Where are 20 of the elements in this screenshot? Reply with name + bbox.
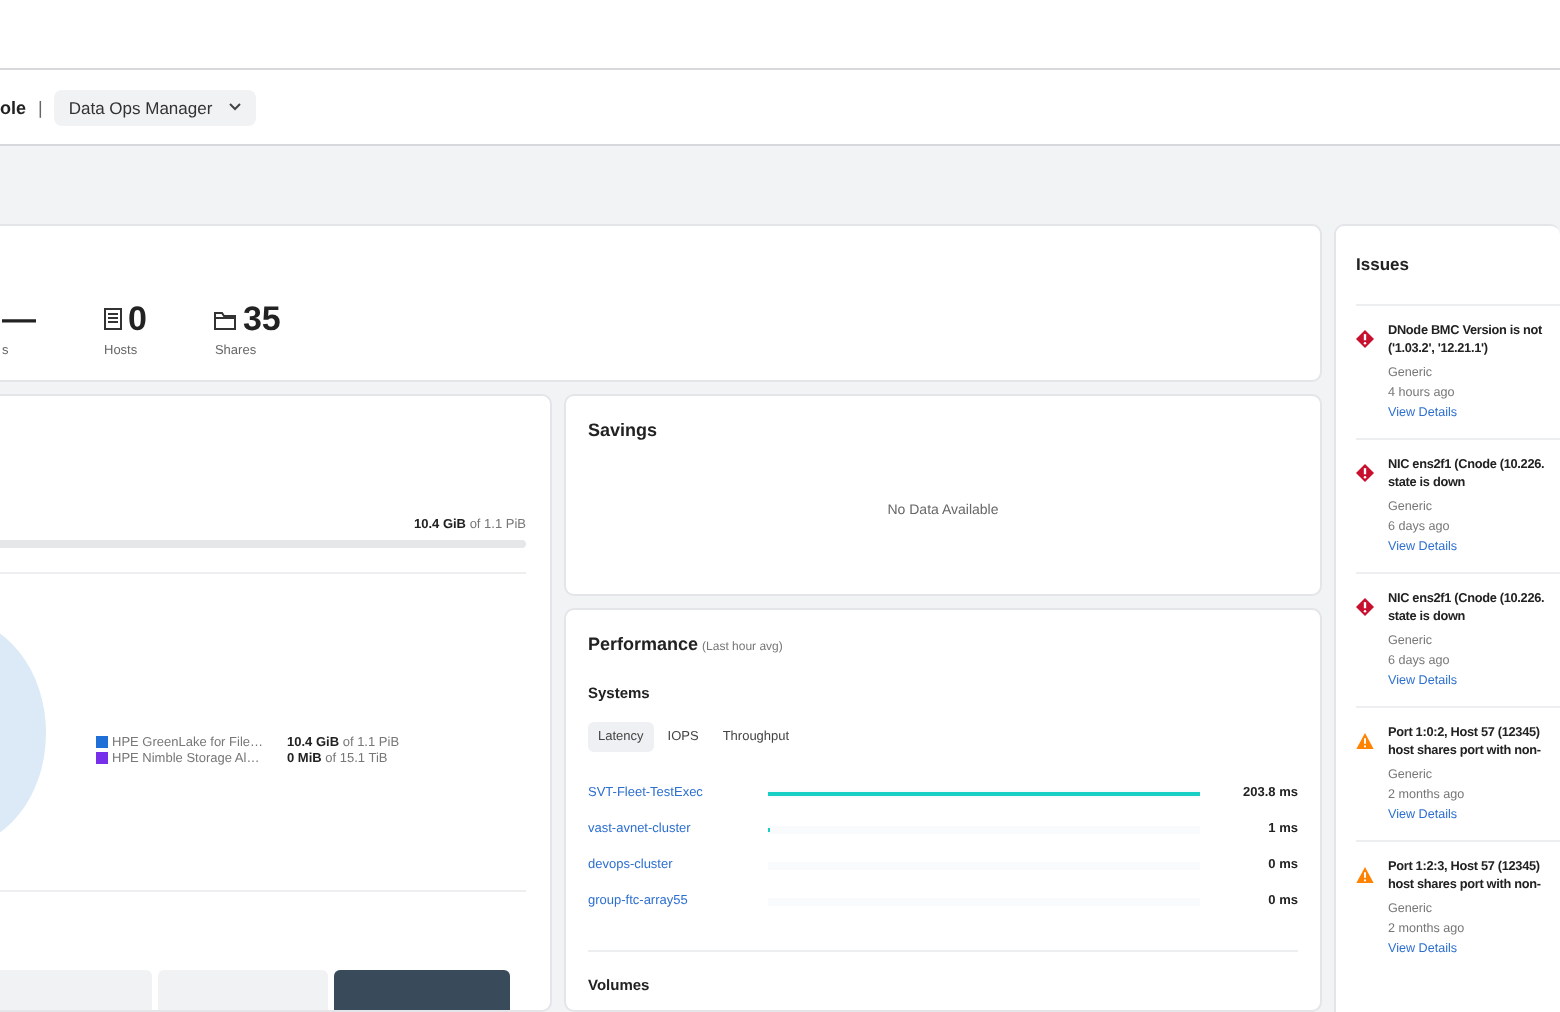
critical-icon — [1356, 598, 1374, 616]
server-icon — [104, 308, 122, 330]
app-switcher-dropdown[interactable]: Data Ops Manager — [54, 89, 257, 125]
card-title: Savings — [588, 420, 660, 440]
summary-tile[interactable] — [158, 970, 328, 1010]
card-title: Issues — [1356, 252, 1411, 278]
critical-icon — [1356, 330, 1374, 348]
critical-icon — [1356, 464, 1374, 482]
warning-icon — [1356, 732, 1374, 750]
stat-value: — — [2, 302, 36, 336]
summary-tile[interactable] — [334, 970, 510, 1010]
card-title: Performance — [588, 634, 699, 654]
warning-icon — [1356, 866, 1374, 884]
breadcrumb-separator: | — [38, 97, 43, 117]
chevron-down-icon — [228, 102, 243, 112]
stat-value: 35 — [242, 302, 281, 336]
folder-icon — [214, 309, 237, 329]
summary-tile[interactable] — [0, 970, 152, 1010]
breadcrumb-item[interactable]: ole — [0, 97, 27, 117]
stat-value: 0 — [128, 302, 147, 336]
